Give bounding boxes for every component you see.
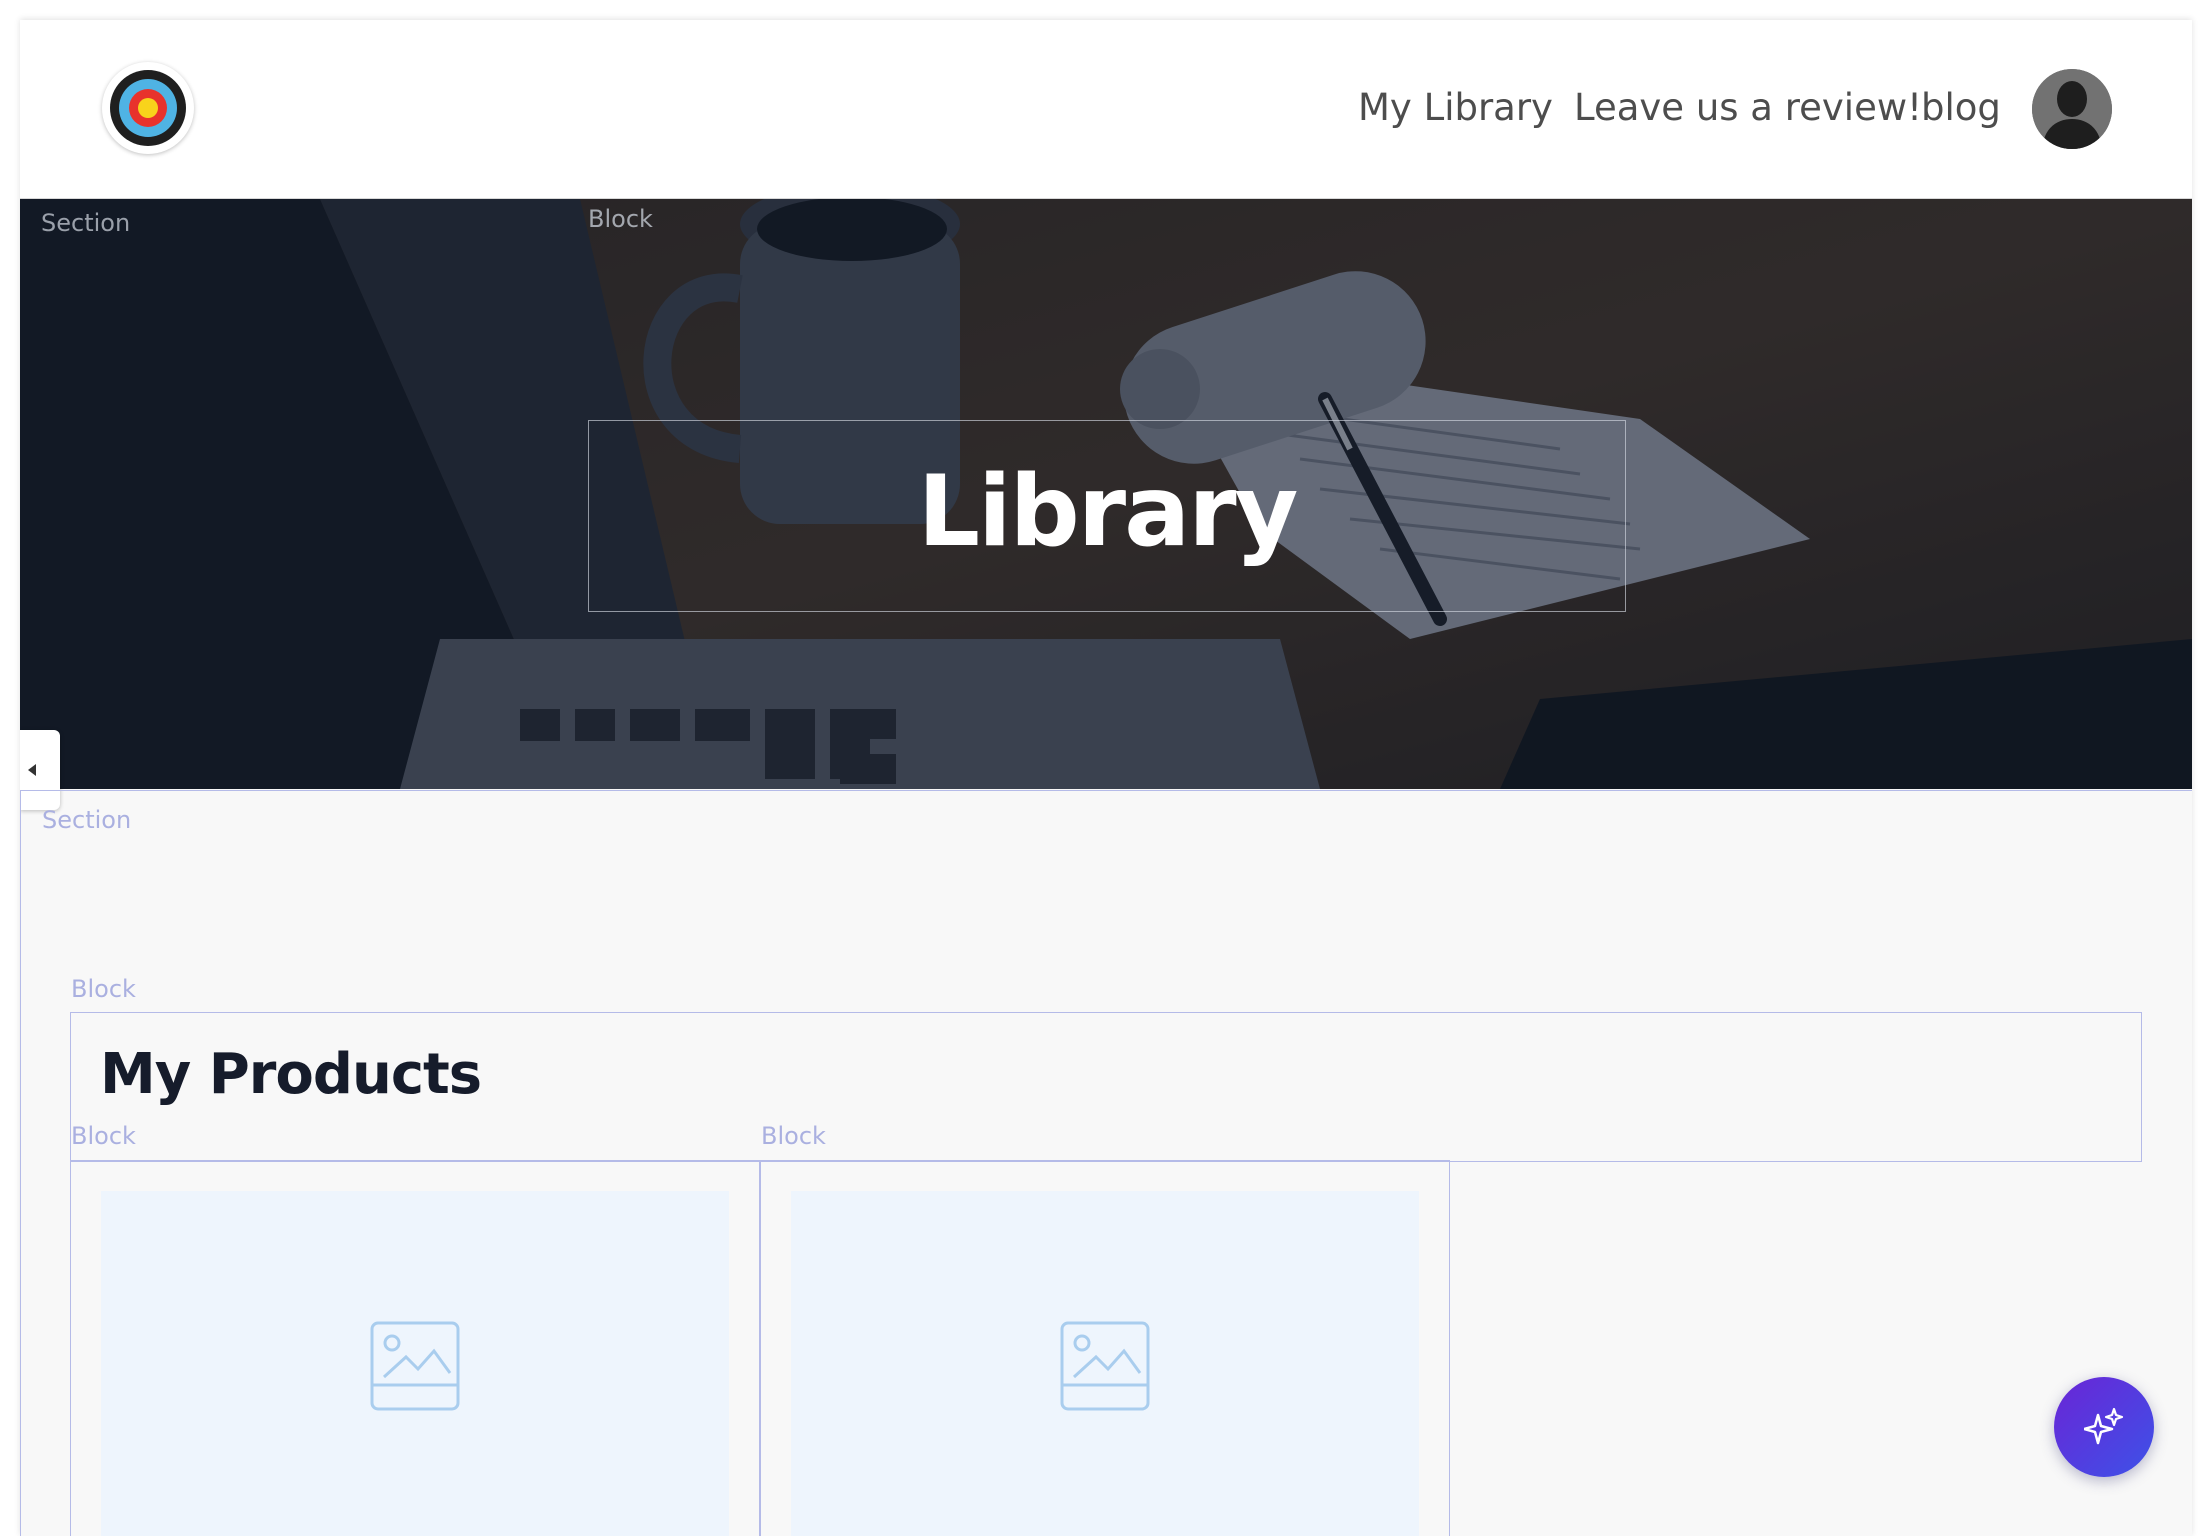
product-card[interactable] [760,1160,1450,1536]
products-section-label: Section [42,806,132,834]
user-avatar[interactable] [2032,69,2112,149]
target-logo[interactable] [102,62,194,154]
hero-title-block[interactable]: Library [588,420,1626,612]
hero-block-label: Block [588,205,653,233]
nav-my-library[interactable]: My Library [1358,86,1553,130]
site-header: My Library Leave us a review! blog [20,20,2192,199]
nav-leave-review[interactable]: Leave us a review! [1574,86,1922,130]
image-placeholder-icon [370,1321,460,1411]
product-card-label: Block [71,1122,136,1150]
product-card-label: Block [761,1122,826,1150]
page-title: Library [917,455,1299,569]
image-placeholder-icon [1060,1321,1150,1411]
sparkle-icon [2084,1407,2124,1445]
product-card[interactable] [70,1160,760,1536]
page-frame: My Library Leave us a review! blog Secti… [20,20,2192,1536]
products-block-label: Block [71,975,136,1003]
logo-bullseye [138,98,158,118]
ai-assistant-button[interactable] [2054,1377,2154,1477]
product-image-placeholder[interactable] [101,1191,729,1536]
chevron-left-icon [28,764,36,776]
user-silhouette-icon [2032,69,2112,149]
products-heading: My Products [100,1042,482,1107]
hero-section-label: Section [41,209,131,237]
product-image-placeholder[interactable] [791,1191,1419,1536]
nav-blog[interactable]: blog [1921,86,2001,130]
